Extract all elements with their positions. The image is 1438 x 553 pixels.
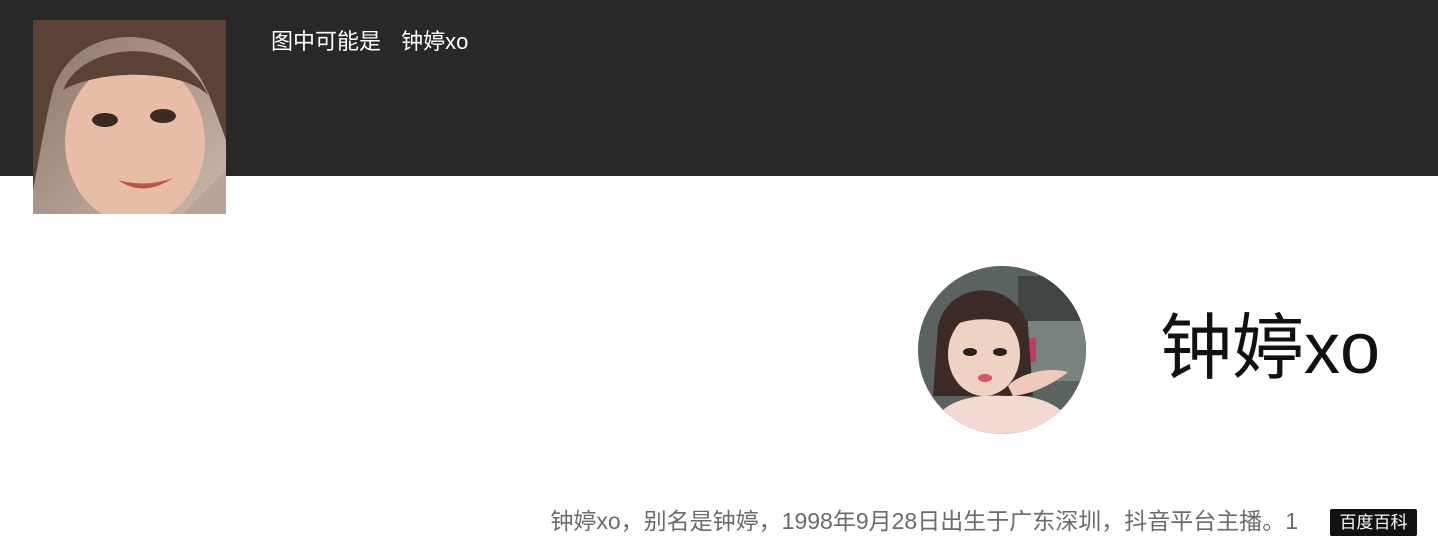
entity-description: 钟婷xo，别名是钟婷，1998年9月28日出生于广东深圳，抖音平台主播。1 <box>550 508 1298 534</box>
source-thumbnail[interactable] <box>33 20 226 214</box>
entity-avatar[interactable] <box>918 266 1086 434</box>
caption-prefix: 图中可能是 <box>271 29 382 54</box>
source-badge[interactable]: 百度百科 <box>1330 509 1417 536</box>
person-photo-icon <box>33 20 226 214</box>
person-photo-icon <box>918 266 1086 434</box>
recognition-caption: 图中可能是 钟婷xo <box>271 28 468 56</box>
entity-name: 钟婷xo <box>1160 309 1381 389</box>
entity-card: 钟婷xo <box>918 266 1381 434</box>
caption-name[interactable]: 钟婷xo <box>401 29 468 54</box>
